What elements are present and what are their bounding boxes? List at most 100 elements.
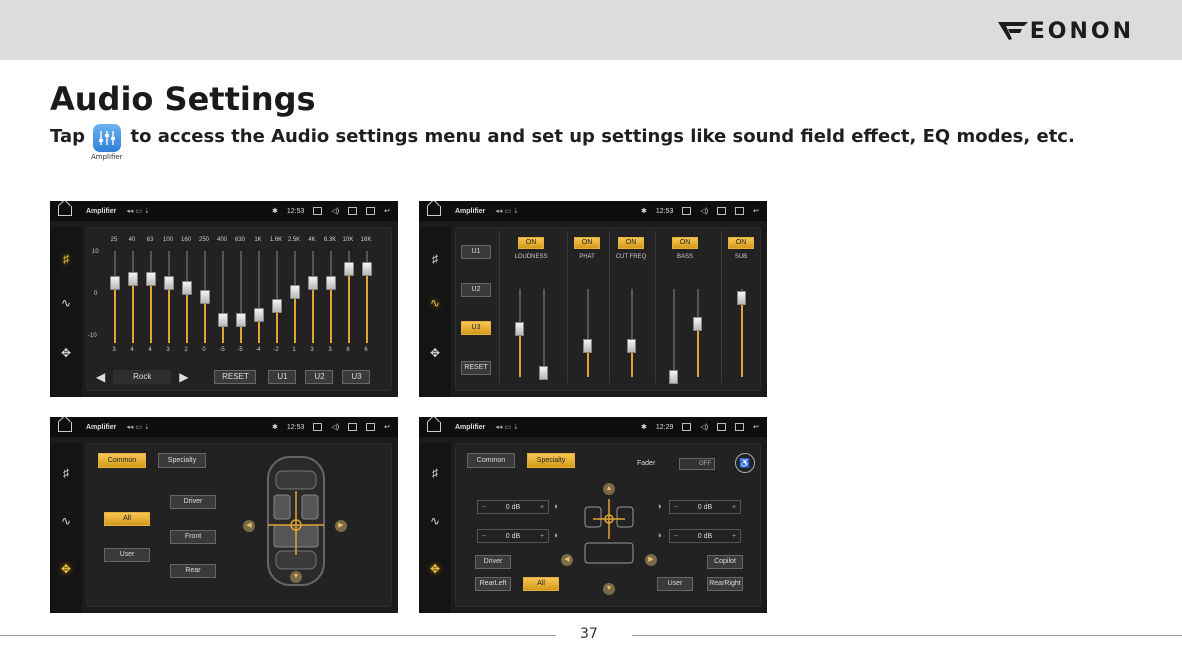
eq-slider-knob[interactable] [362,262,372,277]
eq-slider-knob[interactable] [308,276,318,291]
tone-slider-knob[interactable] [515,321,524,336]
eq-slider-fill [240,327,242,343]
eq-freq-label: 4K [308,237,316,243]
eq-freq-label: 63 [146,237,154,243]
seat-diagram[interactable] [579,499,639,569]
eq-slider-knob[interactable] [200,290,210,304]
tone-slider-track[interactable] [697,289,699,377]
bluetooth-icon: ✱ [272,424,278,431]
eq-slider-knob[interactable] [254,308,264,323]
eq-slider-knob[interactable] [182,280,192,295]
eq-freq-label: 6.3K [323,237,337,243]
up-arrow-icon[interactable]: ▲ [603,483,615,495]
prev-preset-icon[interactable]: ◀ [96,370,105,384]
all-button[interactable]: All [523,577,559,591]
eq-slider-knob[interactable] [272,299,282,314]
tab-specialty[interactable]: Specialty [527,453,575,468]
footer-rule-right [632,635,1182,636]
rear-button[interactable]: Rear [170,564,216,578]
bluetooth-icon: ✱ [641,208,647,215]
statusbar: Amplifier ◂◂ ▭ ⇣ ✱ 12:53 ◁) ↩ [50,201,398,221]
statusbar: Amplifier ◂◂ ▭ ⇣ ✱ 12:53 ◁) ↩ [50,417,398,437]
right-arrow-icon[interactable]: ▶ [645,554,657,566]
eq-u3-button[interactable]: U3 [342,370,371,384]
down-arrow-icon[interactable]: ▼ [603,583,615,595]
tone-u1-button[interactable]: U1 [461,245,491,259]
rearright-button[interactable]: RearRight [707,577,743,591]
tone-slider-knob[interactable] [583,339,592,354]
camera-icon [682,207,692,215]
eq-scale-bottom: -10 [88,333,97,339]
tone-on-button[interactable]: ON [672,237,698,249]
eq-slider-knob[interactable] [164,276,174,291]
tone-label: BASS [676,254,694,260]
all-button[interactable]: All [104,512,150,526]
tone-on-button[interactable]: ON [518,237,544,249]
user-button[interactable]: User [104,548,150,562]
eq-slider-knob[interactable] [236,313,246,327]
tone-slider-track[interactable] [543,289,545,377]
tone-slider-knob[interactable] [627,339,636,354]
eq-slider-knob[interactable] [110,276,120,291]
statusbar-time: 12:53 [655,207,674,215]
eq-freq-label: 1K [254,237,262,243]
tone-slider-track[interactable] [631,289,633,377]
field-common-screenshot: Amplifier ◂◂ ▭ ⇣ ✱ 12:53 ◁) ↩ ♯ ∿ ✥ Comm… [50,417,398,613]
fader-toggle[interactable]: OFF [679,458,715,470]
front-button[interactable]: Front [170,530,216,544]
eq-slider-knob[interactable] [128,271,138,286]
driver-button[interactable]: Driver [475,555,511,569]
db-control-front-left[interactable]: −0 dB + [477,500,549,514]
next-preset-icon[interactable]: ▶ [179,370,188,384]
tone-reset-button[interactable]: RESET [461,361,491,375]
tone-on-button[interactable]: ON [618,237,644,249]
tab-common[interactable]: Common [98,453,146,468]
eq-slider-knob[interactable] [146,271,156,286]
bluetooth-icon: ✱ [641,424,647,431]
tone-on-button[interactable]: ON [574,237,600,249]
tone-u2-button[interactable]: U2 [461,283,491,297]
tone-on-button[interactable]: ON [728,237,754,249]
eq-u2-button[interactable]: U2 [305,370,334,384]
right-arrow-icon[interactable]: ▶ [335,520,347,532]
db-control-rear-right[interactable]: −0 dB + [669,529,741,543]
statusbar-app-name: Amplifier [455,207,486,215]
eq-slider-knob[interactable] [344,262,354,277]
tone-slider-track[interactable] [587,289,589,377]
speaker-icon: ◖ [553,501,559,511]
car-diagram[interactable] [250,451,342,591]
db-control-front-right[interactable]: −0 dB + [669,500,741,514]
eq-slider-knob[interactable] [290,285,300,300]
home-icon [427,422,441,432]
left-arrow-icon[interactable]: ◀ [561,554,573,566]
tone-slider-track[interactable] [673,289,675,377]
column-divider [499,231,500,383]
footer-rule-left [0,635,556,636]
eq-value-label: 4 [130,347,134,353]
close-window-icon [717,423,727,431]
copilot-button[interactable]: Copilot [707,555,743,569]
eq-slider-knob[interactable] [218,313,228,327]
tab-common[interactable]: Common [467,453,515,468]
tone-label: PHAT [579,254,595,260]
tab-specialty[interactable]: Specialty [158,453,206,468]
eq-reset-button[interactable]: RESET [214,370,257,384]
tone-slider-knob[interactable] [737,290,746,305]
eq-value-label: 1 [292,347,296,353]
tone-slider-knob[interactable] [693,317,702,332]
tone-slider-knob[interactable] [539,365,548,380]
fader-label: Fader [637,460,656,467]
down-arrow-icon[interactable]: ▼ [290,571,302,583]
tone-u3-button[interactable]: U3 [461,321,491,335]
tone-slider-knob[interactable] [669,370,678,384]
equalizer-tab-icon: ♯ [63,466,69,480]
left-arrow-icon[interactable]: ◀ [243,520,255,532]
eq-u1-button[interactable]: U1 [268,370,297,384]
rearleft-button[interactable]: RearLeft [475,577,511,591]
db-control-rear-left[interactable]: −0 dB + [477,529,549,543]
user-button[interactable]: User [657,577,693,591]
driver-button[interactable]: Driver [170,495,216,509]
eq-value-label: 2 [184,347,188,353]
seat-settings-icon[interactable]: ♿ [735,453,755,473]
eq-slider-knob[interactable] [326,276,336,291]
